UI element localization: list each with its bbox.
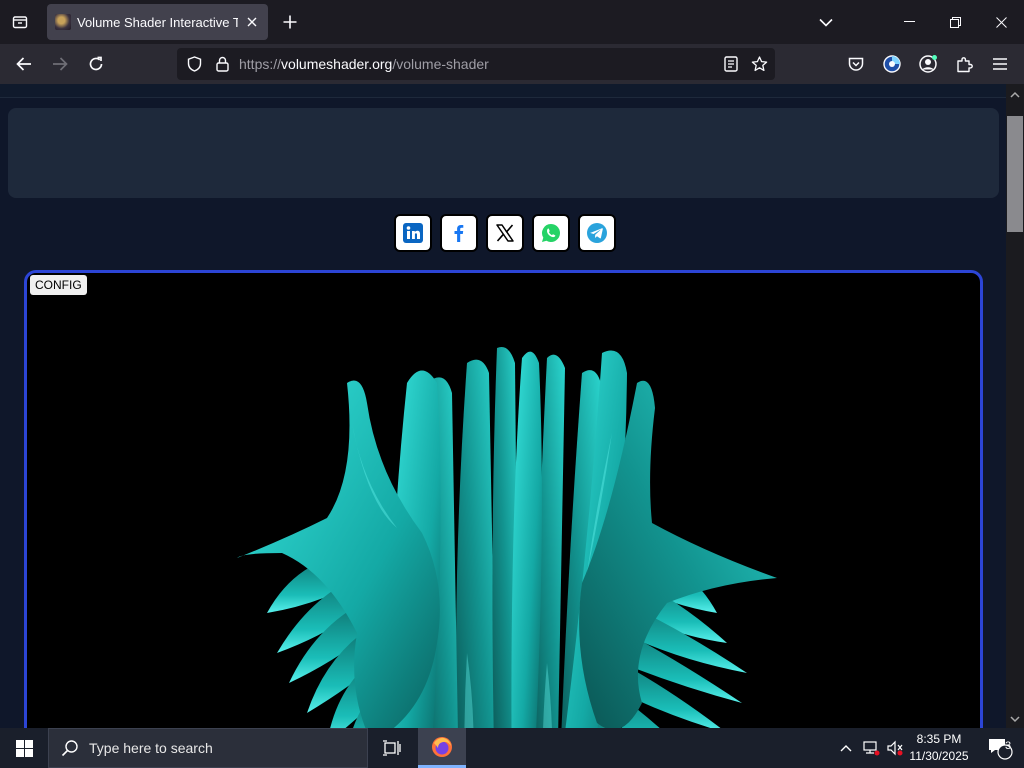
taskbar-clock[interactable]: 8:35 PM 11/30/2025 <box>903 731 975 765</box>
telegram-share-button[interactable] <box>578 214 616 252</box>
extension-status-icon[interactable] <box>878 50 906 78</box>
notification-center-icon[interactable]: 3 <box>980 728 1020 768</box>
linkedin-share-button[interactable] <box>394 214 432 252</box>
config-button[interactable]: CONFIG <box>30 275 87 295</box>
x-share-button[interactable] <box>486 214 524 252</box>
task-view-icon[interactable] <box>372 728 412 768</box>
browser-navigation-bar: https://volumeshader.org/volume-shader <box>0 44 1024 84</box>
shader-render-image <box>237 347 777 728</box>
list-all-tabs-chevron-icon[interactable] <box>812 8 840 36</box>
scroll-up-arrow-icon[interactable] <box>1010 90 1020 100</box>
tab-title: Volume Shader Interactive Tool <box>77 14 238 30</box>
web-page: CONFIG <box>0 84 1006 728</box>
account-avatar-icon[interactable] <box>914 50 942 78</box>
linkedin-icon <box>403 223 423 243</box>
search-icon <box>61 740 78 757</box>
facebook-share-button[interactable] <box>440 214 478 252</box>
volume-shader-canvas[interactable]: CONFIG <box>24 270 983 728</box>
site-favicon-icon <box>55 14 71 30</box>
bookmark-star-icon[interactable] <box>750 55 768 73</box>
minimize-window-icon[interactable] <box>886 0 932 44</box>
firefox-view-icon[interactable] <box>6 8 34 36</box>
close-window-icon[interactable] <box>978 0 1024 44</box>
search-placeholder: Type here to search <box>89 740 213 756</box>
site-header-strip <box>0 84 1006 98</box>
active-tab[interactable]: Volume Shader Interactive Tool <box>47 4 268 40</box>
x-logo-icon <box>496 224 514 242</box>
firefox-taskbar-icon[interactable] <box>418 728 466 768</box>
address-bar[interactable]: https://volumeshader.org/volume-shader <box>177 48 775 80</box>
url-domain: volumeshader.org <box>281 56 393 72</box>
facebook-icon <box>454 225 464 242</box>
new-tab-plus-icon[interactable] <box>276 8 304 36</box>
clock-time: 8:35 PM <box>916 732 962 746</box>
ad-placeholder <box>8 108 999 198</box>
url-scheme: https:// <box>239 56 282 72</box>
whatsapp-share-button[interactable] <box>532 214 570 252</box>
telegram-icon <box>587 223 607 243</box>
reader-view-icon[interactable] <box>722 55 740 73</box>
show-hidden-icons-chevron[interactable] <box>836 728 856 768</box>
notification-count-badge: 3 <box>1004 740 1012 752</box>
page-scrollbar[interactable] <box>1006 84 1024 728</box>
clock-date: 11/30/2025 <box>909 749 969 763</box>
windows-taskbar: Type here to search 8:35 PM 11/30/2025 3 <box>0 728 1024 768</box>
back-arrow-icon[interactable] <box>10 50 38 78</box>
app-menu-hamburger-icon[interactable] <box>986 50 1014 78</box>
pocket-icon[interactable] <box>842 50 870 78</box>
extensions-puzzle-icon[interactable] <box>950 50 978 78</box>
restore-window-icon[interactable] <box>932 0 978 44</box>
windows-start-icon[interactable] <box>0 728 48 768</box>
url-path: /volume-shader <box>392 56 489 72</box>
taskbar-search-box[interactable]: Type here to search <box>48 728 368 768</box>
whatsapp-icon <box>542 224 560 242</box>
close-tab-icon[interactable] <box>244 14 260 30</box>
scrollbar-thumb[interactable] <box>1007 116 1023 232</box>
scroll-down-arrow-icon[interactable] <box>1010 714 1020 724</box>
reload-icon[interactable] <box>82 50 110 78</box>
url-text[interactable]: https://volumeshader.org/volume-shader <box>239 56 489 72</box>
browser-tab-bar: Volume Shader Interactive Tool <box>0 0 1024 44</box>
lock-icon[interactable] <box>213 55 231 73</box>
tracking-protection-shield-icon[interactable] <box>185 55 203 73</box>
forward-arrow-icon[interactable] <box>46 50 74 78</box>
share-buttons <box>394 214 616 252</box>
network-icon[interactable] <box>860 728 882 768</box>
